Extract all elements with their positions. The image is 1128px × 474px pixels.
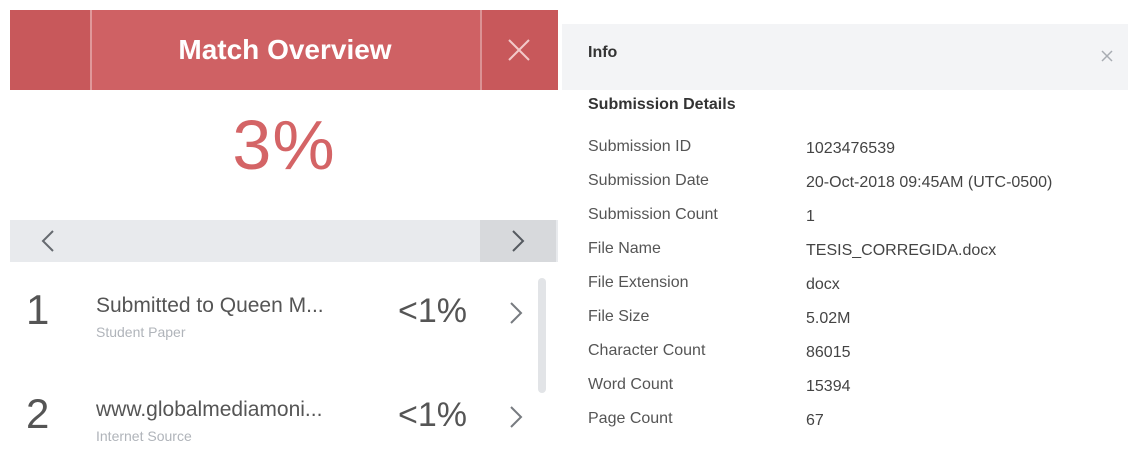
detail-row: Submission Date 20-Oct-2018 09:45AM (UTC… bbox=[562, 168, 1128, 202]
match-item-source-type: Student Paper bbox=[96, 324, 186, 340]
match-item-percent: <1% bbox=[398, 292, 467, 330]
detail-row: Word Count 15394 bbox=[562, 372, 1128, 406]
match-item-source-title: Submitted to Queen M... bbox=[96, 294, 324, 317]
detail-label: Character Count bbox=[588, 342, 706, 359]
match-overview-close-button[interactable] bbox=[480, 10, 558, 90]
match-overview-title: Match Overview bbox=[178, 34, 392, 65]
page: Match Overview 3% 1 Submitted to Queen M… bbox=[0, 0, 1128, 474]
info-title: Info bbox=[588, 44, 618, 61]
previous-match-button[interactable] bbox=[10, 220, 86, 262]
match-item-percent: <1% bbox=[398, 396, 467, 434]
next-match-button[interactable] bbox=[480, 220, 556, 262]
detail-value: 1 bbox=[806, 208, 815, 225]
detail-row: File Extension docx bbox=[562, 270, 1128, 304]
match-item-number: 1 bbox=[26, 286, 50, 333]
detail-value: 5.02M bbox=[806, 310, 851, 327]
match-list: 1 Submitted to Queen M... Student Paper … bbox=[10, 272, 558, 474]
detail-row: File Name TESIS_CORREGIDA.docx bbox=[562, 236, 1128, 270]
match-overview-header: Match Overview bbox=[10, 10, 558, 90]
info-header: Info bbox=[562, 24, 1128, 90]
detail-value: TESIS_CORREGIDA.docx bbox=[806, 242, 997, 259]
match-item[interactable]: 2 www.globalmediamoni... Internet Source… bbox=[10, 376, 535, 474]
overall-match-percent: 3% bbox=[232, 106, 336, 184]
detail-value: 15394 bbox=[806, 378, 851, 395]
match-list-scrollbar[interactable] bbox=[538, 278, 546, 393]
submission-details-title: Submission Details bbox=[588, 96, 736, 113]
close-icon bbox=[508, 39, 530, 61]
detail-value: 20-Oct-2018 09:45AM (UTC-0500) bbox=[806, 174, 1053, 191]
detail-value: 86015 bbox=[806, 344, 851, 361]
detail-row: Page Count 67 bbox=[562, 406, 1128, 440]
header-left-block bbox=[10, 10, 90, 90]
match-overview-panel: Match Overview 3% 1 Submitted to Queen M… bbox=[10, 10, 558, 474]
chevron-right-icon[interactable] bbox=[508, 300, 524, 326]
detail-label: File Extension bbox=[588, 274, 689, 291]
chevron-right-icon[interactable] bbox=[508, 404, 524, 430]
detail-value: docx bbox=[806, 276, 840, 293]
detail-label: Submission Date bbox=[588, 172, 709, 189]
detail-label: Submission Count bbox=[588, 206, 718, 223]
detail-row: Submission ID 1023476539 bbox=[562, 134, 1128, 168]
detail-row: Submission Count 1 bbox=[562, 202, 1128, 236]
submission-details-list: Submission ID 1023476539 Submission Date… bbox=[562, 134, 1128, 440]
detail-value: 1023476539 bbox=[806, 140, 895, 157]
detail-row: Character Count 86015 bbox=[562, 338, 1128, 372]
chevron-left-icon bbox=[41, 230, 54, 252]
detail-row: File Size 5.02M bbox=[562, 304, 1128, 338]
detail-label: Submission ID bbox=[588, 138, 692, 155]
detail-label: Word Count bbox=[588, 376, 674, 393]
match-item-source-type: Internet Source bbox=[96, 428, 192, 444]
detail-label: File Name bbox=[588, 240, 661, 257]
detail-label: File Size bbox=[588, 308, 650, 325]
info-panel: Info Submission Details Submission ID 10… bbox=[562, 10, 1128, 474]
match-nav-bar bbox=[10, 220, 558, 262]
close-icon[interactable] bbox=[1100, 49, 1114, 63]
detail-value: 67 bbox=[806, 412, 824, 429]
chevron-right-icon bbox=[512, 230, 525, 252]
match-item-number: 2 bbox=[26, 390, 50, 437]
detail-label: Page Count bbox=[588, 410, 673, 427]
match-item[interactable]: 1 Submitted to Queen M... Student Paper … bbox=[10, 272, 535, 372]
match-item-source-title: www.globalmediamoni... bbox=[96, 398, 323, 421]
